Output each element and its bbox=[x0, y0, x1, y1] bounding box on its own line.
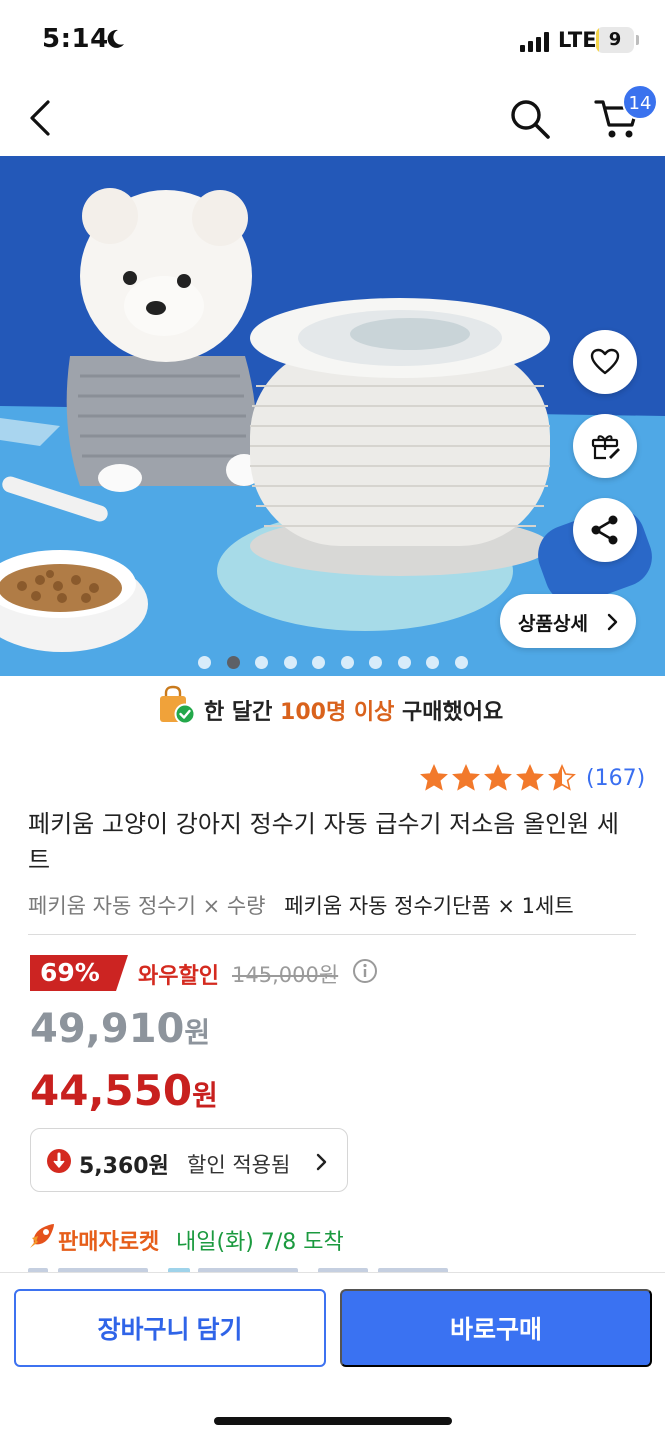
carousel-dot bbox=[226, 656, 240, 669]
wow-discount-label: 와우할인 bbox=[138, 964, 219, 989]
carousel-dot bbox=[454, 656, 468, 669]
shopping-bag-check-icon bbox=[160, 685, 196, 725]
network-label: LTE bbox=[558, 28, 597, 52]
arrival-date: 내일(화) 7/8 도착 bbox=[176, 1230, 344, 1255]
delivery-info: 판매자로켓 내일(화) 7/8 도착 bbox=[28, 1222, 648, 1255]
star-icon bbox=[548, 764, 576, 791]
sale-price: 49,910원 bbox=[30, 1006, 210, 1052]
coupon-discount-button[interactable]: 5,360원 할인 적용됨 bbox=[30, 1128, 348, 1192]
carousel-dot bbox=[312, 656, 325, 669]
share-button[interactable] bbox=[573, 498, 637, 562]
carousel-dot bbox=[255, 656, 268, 669]
purchase-text-suffix: 구매했어요 bbox=[394, 700, 504, 725]
status-time: 5:14 bbox=[42, 24, 109, 54]
option-label: 페키움 자동 정수기 × 수량 bbox=[28, 894, 266, 918]
final-price-amount: 44,550 bbox=[30, 1066, 193, 1115]
final-price: 44,550원 bbox=[30, 1066, 218, 1115]
chevron-right-icon bbox=[607, 613, 618, 631]
seller-rocket-badge: 판매자로켓 bbox=[58, 1230, 160, 1255]
carousel-dot bbox=[340, 656, 354, 669]
purchase-count-banner: 한 달간 100명 이상 구매했어요 bbox=[0, 676, 665, 740]
product-image-carousel[interactable]: 상품상세 bbox=[0, 156, 665, 676]
heart-icon bbox=[590, 348, 620, 375]
carousel-dot bbox=[283, 656, 297, 669]
star-icon bbox=[420, 764, 448, 791]
battery-level: 9 bbox=[608, 29, 622, 50]
carousel-indicator bbox=[198, 656, 478, 670]
rating-summary[interactable]: (167) bbox=[420, 764, 650, 794]
bottom-action-bar: 장바구니 담기 바로구매 bbox=[0, 1272, 665, 1440]
cart-badge: 14 bbox=[622, 84, 658, 120]
arrow-down-circle-icon bbox=[47, 1149, 71, 1173]
gift-icon bbox=[591, 435, 620, 460]
share-icon bbox=[591, 515, 618, 545]
coupon-amount: 5,360원 bbox=[79, 1154, 169, 1179]
divider bbox=[28, 934, 636, 935]
purchase-count-highlight: 100명 이상 bbox=[280, 700, 395, 725]
carousel-dot bbox=[426, 656, 439, 669]
carousel-dot bbox=[198, 656, 211, 669]
back-button[interactable] bbox=[22, 94, 62, 142]
option-selector[interactable]: 페키움 자동 정수기 × 수량 페키움 자동 정수기단품 × 1세트 bbox=[28, 890, 574, 920]
gift-button[interactable] bbox=[573, 414, 637, 478]
moon-icon bbox=[107, 29, 124, 48]
nav-bar bbox=[0, 80, 665, 156]
search-icon bbox=[511, 100, 550, 139]
star-icon bbox=[516, 764, 544, 791]
sale-price-unit: 원 bbox=[184, 1016, 211, 1049]
chevron-left-icon bbox=[30, 100, 50, 136]
product-detail-button[interactable]: 상품상세 bbox=[500, 594, 636, 648]
home-indicator[interactable] bbox=[214, 1417, 452, 1425]
discount-rate: 69% bbox=[40, 958, 100, 987]
wishlist-button[interactable] bbox=[573, 330, 637, 394]
signal-icon bbox=[520, 32, 549, 52]
rocket-icon bbox=[30, 1224, 54, 1248]
carousel-dot bbox=[369, 656, 382, 669]
product-detail-label: 상품상세 bbox=[518, 613, 588, 635]
option-value: 페키움 자동 정수기단품 × 1세트 bbox=[284, 894, 574, 918]
search-button[interactable] bbox=[504, 94, 556, 144]
carousel-dot bbox=[397, 656, 411, 669]
purchase-count-text: 한 달간 100명 이상 구매했어요 bbox=[204, 694, 503, 726]
purchase-text-prefix: 한 달간 bbox=[204, 700, 281, 725]
add-to-cart-button[interactable]: 장바구니 담기 bbox=[14, 1289, 326, 1367]
battery-icon: 9 bbox=[596, 27, 640, 53]
sale-price-amount: 49,910 bbox=[30, 1006, 185, 1052]
star-icon bbox=[452, 764, 480, 791]
product-title: 페키움 고양이 강아지 정수기 자동 급수기 저소음 올인원 세트 bbox=[28, 810, 619, 874]
review-count[interactable]: (167) bbox=[586, 766, 645, 791]
buy-now-button[interactable]: 바로구매 bbox=[340, 1289, 652, 1367]
star-icon bbox=[484, 764, 512, 791]
final-price-unit: 원 bbox=[192, 1079, 218, 1112]
chevron-right-icon bbox=[316, 1153, 327, 1171]
coupon-label: 할인 적용됨 bbox=[187, 1153, 291, 1177]
status-bar: 5:14 LTE 9 bbox=[0, 0, 665, 80]
info-icon[interactable] bbox=[352, 958, 378, 984]
original-price: 145,000원 bbox=[232, 963, 339, 987]
